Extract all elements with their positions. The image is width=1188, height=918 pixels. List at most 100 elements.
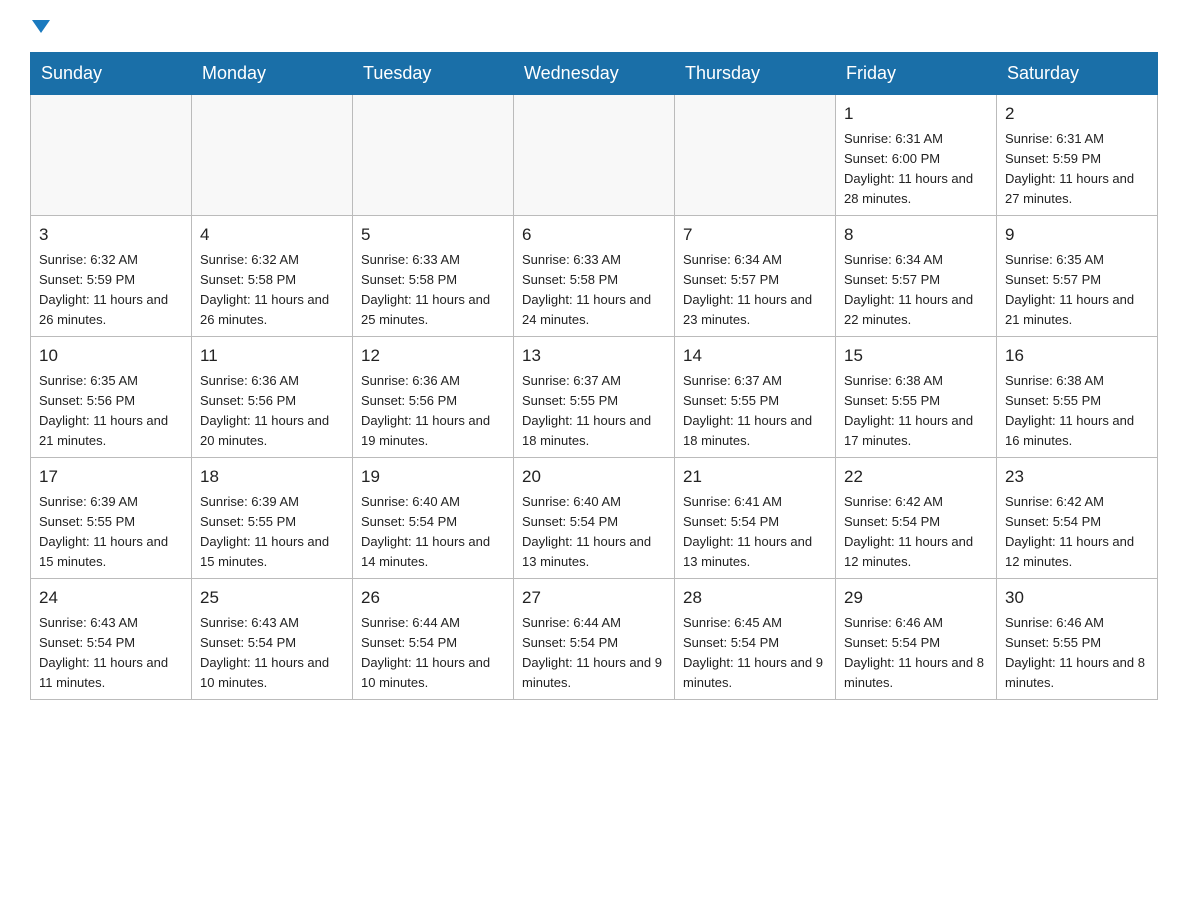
day-number: 13 — [522, 343, 666, 369]
logo-triangle-icon — [30, 20, 50, 38]
col-header-saturday: Saturday — [997, 53, 1158, 95]
week-row-3: 17 Sunrise: 6:39 AM Sunset: 5:55 PM Dayli… — [31, 458, 1158, 579]
day-number: 16 — [1005, 343, 1149, 369]
day-number: 1 — [844, 101, 988, 127]
calendar-cell: 28Sunrise: 6:45 AM Sunset: 5:54 PM Dayli… — [675, 579, 836, 700]
day-info: Sunrise: 6:45 AM Sunset: 5:54 PM Dayligh… — [683, 613, 827, 694]
day-info: Sunrise: 6:46 AM Sunset: 5:55 PM Dayligh… — [1005, 613, 1149, 694]
day-number: 2 — [1005, 101, 1149, 127]
calendar-cell: 25Sunrise: 6:43 AM Sunset: 5:54 PM Dayli… — [192, 579, 353, 700]
day-info: Sunrise: 6:32 AM Sunset: 5:58 PM Dayligh… — [200, 250, 344, 331]
day-info: Sunrise: 6:40 AM Sunset: 5:54 PM Dayligh… — [522, 492, 666, 573]
calendar-cell: 4Sunrise: 6:32 AM Sunset: 5:58 PM Daylig… — [192, 216, 353, 337]
col-header-sunday: Sunday — [31, 53, 192, 95]
calendar-cell: 5Sunrise: 6:33 AM Sunset: 5:58 PM Daylig… — [353, 216, 514, 337]
calendar-cell — [675, 95, 836, 216]
day-info: Sunrise: 6:40 AM Sunset: 5:54 PM Dayligh… — [361, 492, 505, 573]
day-number: 24 — [39, 585, 183, 611]
week-row-4: 24 Sunrise: 6:43 AM Sunset: 5:54 PM Dayli… — [31, 579, 1158, 700]
calendar-cell — [353, 95, 514, 216]
day-info: Sunrise: 6:35 AM Sunset: 5:56 PM Dayligh… — [39, 371, 183, 452]
day-number: 22 — [844, 464, 988, 490]
day-info: Sunrise: 6:46 AM Sunset: 5:54 PM Dayligh… — [844, 613, 988, 694]
logo — [30, 20, 50, 34]
calendar-cell: 21Sunrise: 6:41 AM Sunset: 5:54 PM Dayli… — [675, 458, 836, 579]
calendar-cell: 26Sunrise: 6:44 AM Sunset: 5:54 PM Dayli… — [353, 579, 514, 700]
calendar-cell: 6Sunrise: 6:33 AM Sunset: 5:58 PM Daylig… — [514, 216, 675, 337]
day-info: Sunrise: 6:37 AM Sunset: 5:55 PM Dayligh… — [683, 371, 827, 452]
day-info: Sunrise: 6:42 AM Sunset: 5:54 PM Dayligh… — [1005, 492, 1149, 573]
calendar-cell: 24Sunrise: 6:43 AM Sunset: 5:54 PM Dayli… — [31, 579, 192, 700]
day-info: Sunrise: 6:35 AM Sunset: 5:57 PM Dayligh… — [1005, 250, 1149, 331]
col-header-thursday: Thursday — [675, 53, 836, 95]
day-number: 8 — [844, 222, 988, 248]
day-number: 6 — [522, 222, 666, 248]
col-header-tuesday: Tuesday — [353, 53, 514, 95]
calendar-cell: 13Sunrise: 6:37 AM Sunset: 5:55 PM Dayli… — [514, 337, 675, 458]
calendar-table: SundayMondayTuesdayWednesdayThursdayFrid… — [30, 52, 1158, 700]
day-info: Sunrise: 6:37 AM Sunset: 5:55 PM Dayligh… — [522, 371, 666, 452]
calendar-cell: 22Sunrise: 6:42 AM Sunset: 5:54 PM Dayli… — [836, 458, 997, 579]
day-number: 29 — [844, 585, 988, 611]
day-number: 28 — [683, 585, 827, 611]
day-number: 15 — [844, 343, 988, 369]
calendar-cell: 7Sunrise: 6:34 AM Sunset: 5:57 PM Daylig… — [675, 216, 836, 337]
calendar-cell — [31, 95, 192, 216]
calendar-cell: 14Sunrise: 6:37 AM Sunset: 5:55 PM Dayli… — [675, 337, 836, 458]
calendar-cell: 29Sunrise: 6:46 AM Sunset: 5:54 PM Dayli… — [836, 579, 997, 700]
day-info: Sunrise: 6:36 AM Sunset: 5:56 PM Dayligh… — [200, 371, 344, 452]
day-number: 5 — [361, 222, 505, 248]
day-number: 19 — [361, 464, 505, 490]
day-number: 3 — [39, 222, 183, 248]
day-info: Sunrise: 6:39 AM Sunset: 5:55 PM Dayligh… — [200, 492, 344, 573]
day-number: 27 — [522, 585, 666, 611]
day-number: 9 — [1005, 222, 1149, 248]
day-number: 11 — [200, 343, 344, 369]
day-number: 21 — [683, 464, 827, 490]
col-header-wednesday: Wednesday — [514, 53, 675, 95]
day-number: 17 — [39, 464, 183, 490]
week-row-0: 1Sunrise: 6:31 AM Sunset: 6:00 PM Daylig… — [31, 95, 1158, 216]
calendar-cell — [514, 95, 675, 216]
day-number: 14 — [683, 343, 827, 369]
calendar-header-row: SundayMondayTuesdayWednesdayThursdayFrid… — [31, 53, 1158, 95]
calendar-cell: 30Sunrise: 6:46 AM Sunset: 5:55 PM Dayli… — [997, 579, 1158, 700]
day-info: Sunrise: 6:36 AM Sunset: 5:56 PM Dayligh… — [361, 371, 505, 452]
calendar-cell: 18Sunrise: 6:39 AM Sunset: 5:55 PM Dayli… — [192, 458, 353, 579]
page-header — [30, 20, 1158, 34]
day-number: 30 — [1005, 585, 1149, 611]
day-number: 20 — [522, 464, 666, 490]
calendar-cell: 20Sunrise: 6:40 AM Sunset: 5:54 PM Dayli… — [514, 458, 675, 579]
day-number: 10 — [39, 343, 183, 369]
calendar-cell: 10Sunrise: 6:35 AM Sunset: 5:56 PM Dayli… — [31, 337, 192, 458]
calendar-cell: 1Sunrise: 6:31 AM Sunset: 6:00 PM Daylig… — [836, 95, 997, 216]
day-info: Sunrise: 6:43 AM Sunset: 5:54 PM Dayligh… — [200, 613, 344, 694]
calendar-cell: 2Sunrise: 6:31 AM Sunset: 5:59 PM Daylig… — [997, 95, 1158, 216]
calendar-cell — [192, 95, 353, 216]
day-info: Sunrise: 6:34 AM Sunset: 5:57 PM Dayligh… — [683, 250, 827, 331]
day-number: 23 — [1005, 464, 1149, 490]
calendar-cell: 15Sunrise: 6:38 AM Sunset: 5:55 PM Dayli… — [836, 337, 997, 458]
day-info: Sunrise: 6:31 AM Sunset: 6:00 PM Dayligh… — [844, 129, 988, 210]
day-info: Sunrise: 6:41 AM Sunset: 5:54 PM Dayligh… — [683, 492, 827, 573]
calendar-cell: 17Sunrise: 6:39 AM Sunset: 5:55 PM Dayli… — [31, 458, 192, 579]
day-info: Sunrise: 6:34 AM Sunset: 5:57 PM Dayligh… — [844, 250, 988, 331]
calendar-cell: 19Sunrise: 6:40 AM Sunset: 5:54 PM Dayli… — [353, 458, 514, 579]
day-number: 12 — [361, 343, 505, 369]
day-number: 25 — [200, 585, 344, 611]
day-info: Sunrise: 6:42 AM Sunset: 5:54 PM Dayligh… — [844, 492, 988, 573]
calendar-cell: 11Sunrise: 6:36 AM Sunset: 5:56 PM Dayli… — [192, 337, 353, 458]
day-number: 18 — [200, 464, 344, 490]
calendar-cell: 8Sunrise: 6:34 AM Sunset: 5:57 PM Daylig… — [836, 216, 997, 337]
day-number: 4 — [200, 222, 344, 248]
col-header-monday: Monday — [192, 53, 353, 95]
day-number: 7 — [683, 222, 827, 248]
calendar-cell: 23Sunrise: 6:42 AM Sunset: 5:54 PM Dayli… — [997, 458, 1158, 579]
calendar-cell: 12Sunrise: 6:36 AM Sunset: 5:56 PM Dayli… — [353, 337, 514, 458]
day-info: Sunrise: 6:33 AM Sunset: 5:58 PM Dayligh… — [522, 250, 666, 331]
day-info: Sunrise: 6:44 AM Sunset: 5:54 PM Dayligh… — [522, 613, 666, 694]
day-info: Sunrise: 6:38 AM Sunset: 5:55 PM Dayligh… — [844, 371, 988, 452]
day-info: Sunrise: 6:31 AM Sunset: 5:59 PM Dayligh… — [1005, 129, 1149, 210]
day-number: 26 — [361, 585, 505, 611]
week-row-1: 3Sunrise: 6:32 AM Sunset: 5:59 PM Daylig… — [31, 216, 1158, 337]
